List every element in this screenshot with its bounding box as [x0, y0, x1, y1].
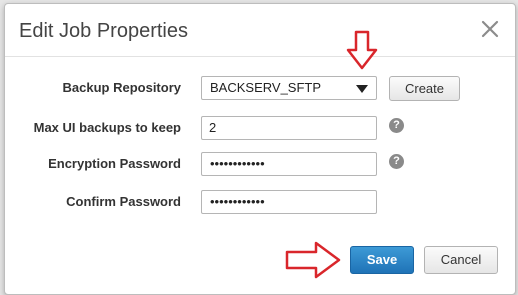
right-arrow-icon [285, 241, 341, 279]
edit-job-dialog: Edit Job Properties Backup Repository BA… [4, 3, 516, 295]
close-icon[interactable] [481, 20, 499, 38]
help-icon[interactable]: ? [389, 118, 404, 133]
header-divider [5, 56, 515, 57]
max-backups-value: 2 [209, 120, 217, 135]
down-arrow-icon [346, 30, 378, 70]
dialog-title: Edit Job Properties [19, 20, 188, 42]
encryption-password-value: •••••••••••• [210, 156, 265, 171]
confirm-password-label: Confirm Password [66, 194, 181, 209]
help-icon[interactable]: ? [389, 154, 404, 169]
save-button[interactable]: Save [350, 246, 414, 274]
confirm-password-input[interactable]: •••••••••••• [201, 190, 377, 214]
cancel-button[interactable]: Cancel [424, 246, 498, 274]
chevron-down-icon [356, 85, 368, 93]
backup-repository-label: Backup Repository [62, 80, 181, 95]
encryption-password-input[interactable]: •••••••••••• [201, 152, 377, 176]
max-backups-label: Max UI backups to keep [33, 120, 181, 135]
backup-repository-value: BACKSERV_SFTP [210, 80, 322, 95]
create-button[interactable]: Create [389, 76, 460, 101]
backup-repository-select[interactable]: BACKSERV_SFTP [201, 76, 377, 100]
encryption-password-label: Encryption Password [48, 156, 181, 171]
confirm-password-value: •••••••••••• [210, 194, 265, 209]
max-backups-input[interactable]: 2 [201, 116, 377, 140]
